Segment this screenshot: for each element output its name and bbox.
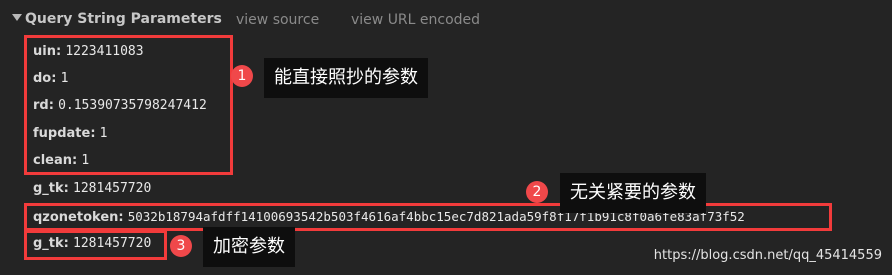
watermark-url: https://blog.csdn.net/qq_45414559 <box>653 248 882 263</box>
collapse-triangle-icon[interactable] <box>12 14 22 21</box>
highlight-box-copyable <box>24 35 233 175</box>
annotation-callout-1: 能直接照抄的参数 <box>264 58 428 98</box>
param-key: g_tk: <box>33 181 69 196</box>
annotation-badge-3: 3 <box>170 235 192 257</box>
highlight-box-encrypted <box>24 230 167 260</box>
query-string-header: Query String Parameters view source view… <box>0 0 892 36</box>
highlight-box-irrelevant <box>24 203 832 231</box>
param-row: g_tk: 1281457720 <box>33 179 151 199</box>
annotation-badge-1: 1 <box>231 65 253 87</box>
annotation-callout-3: 加密参数 <box>203 227 295 267</box>
annotation-badge-2: 2 <box>526 181 548 203</box>
param-value: 1281457720 <box>73 181 152 196</box>
view-url-encoded-link[interactable]: view URL encoded <box>351 12 480 28</box>
section-title[interactable]: Query String Parameters <box>25 11 222 27</box>
annotation-callout-2: 无关紧要的参数 <box>560 173 706 213</box>
view-source-link[interactable]: view source <box>236 12 319 28</box>
